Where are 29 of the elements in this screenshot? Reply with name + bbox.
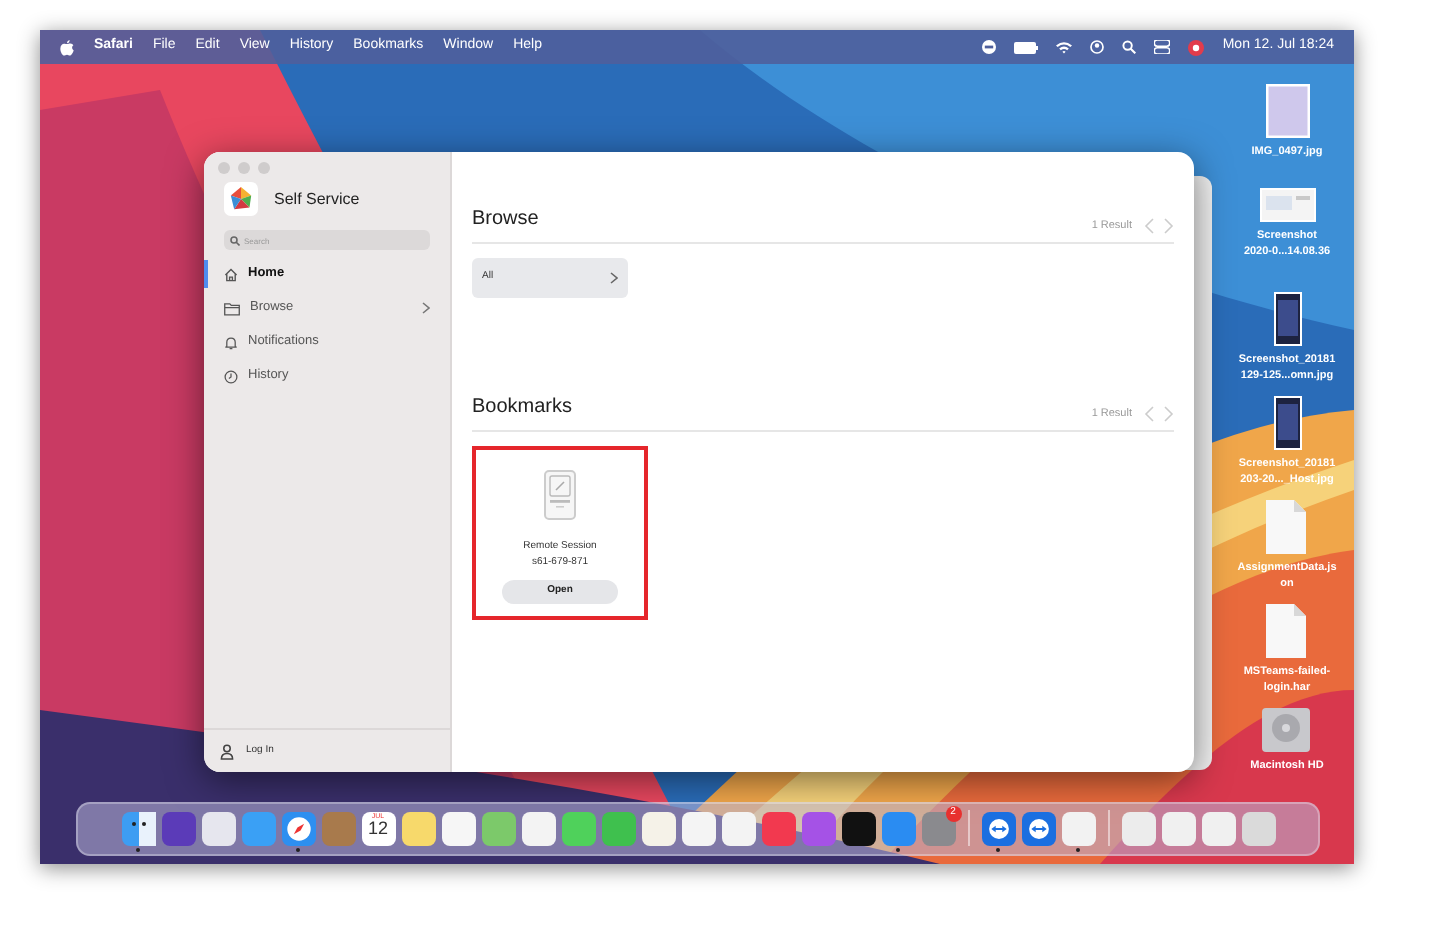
search-icon[interactable]	[1122, 40, 1137, 54]
screenshot-thumbnail-icon	[1259, 188, 1315, 222]
bell-icon	[224, 335, 238, 349]
chevron-right-icon[interactable]	[1164, 406, 1174, 422]
section-title: Bookmarks	[472, 394, 575, 422]
phone-screenshot-icon	[1273, 396, 1301, 450]
calendar-day: 12	[367, 820, 388, 838]
section-title: Browse	[472, 206, 541, 234]
clock-icon	[224, 369, 238, 383]
wifi-icon[interactable]	[1056, 40, 1073, 54]
chevron-right-icon[interactable]	[1164, 218, 1174, 234]
battery-icon[interactable]	[1014, 41, 1039, 53]
image-file-icon	[1265, 84, 1309, 138]
control-center-icon[interactable]	[1154, 40, 1171, 54]
phone-screenshot-icon	[1273, 292, 1301, 346]
chevron-right-icon	[422, 302, 430, 314]
person-icon	[220, 743, 234, 759]
app-title: Self Service	[274, 187, 360, 211]
search-icon	[230, 235, 240, 245]
house-icon	[224, 267, 238, 281]
do-not-disturb-icon[interactable]	[982, 40, 997, 54]
folder-icon	[224, 301, 240, 315]
bookmark-icon	[544, 470, 576, 520]
chevron-left-icon[interactable]	[1144, 218, 1154, 234]
chevron-left-icon[interactable]	[1144, 406, 1154, 422]
apple-logo-icon[interactable]	[60, 39, 74, 55]
app-status-icon[interactable]	[1188, 39, 1205, 55]
user-icon[interactable]	[1090, 40, 1105, 54]
chevron-right-icon	[610, 272, 618, 284]
